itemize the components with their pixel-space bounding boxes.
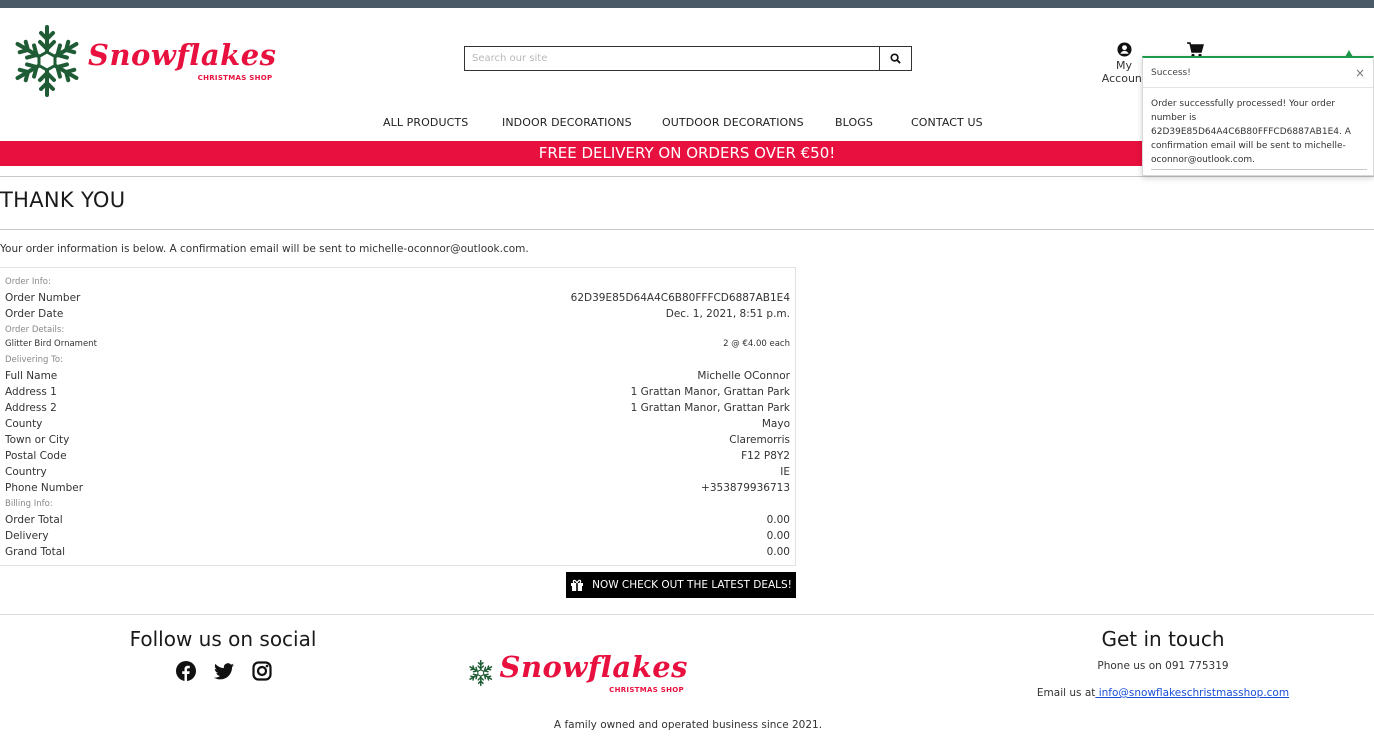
value: 62D39E85D64A4C6B80FFFCD6887AB1E4 xyxy=(570,292,790,304)
instagram-icon xyxy=(252,661,272,681)
item-qty: 2 @ €4.00 each xyxy=(723,339,790,349)
phone-row: Phone Number +353879936713 xyxy=(5,482,790,494)
gift-icon xyxy=(571,579,584,591)
country-row: Country IE xyxy=(5,466,790,478)
latest-deals-button[interactable]: NOW CHECK OUT THE LATEST DEALS! xyxy=(566,572,796,598)
value: 0.00 xyxy=(766,546,790,558)
nav-indoor-decorations[interactable]: INDOOR DECORATIONS xyxy=(502,116,632,129)
instagram-link[interactable] xyxy=(251,660,273,682)
order-total-row: Order Total 0.00 xyxy=(5,514,790,526)
label: County xyxy=(5,418,43,430)
snowflake-logo-icon xyxy=(468,659,494,687)
account-icon xyxy=(1116,42,1132,57)
full-name-row: Full Name Michelle OConnor xyxy=(5,370,790,382)
footer-logo-title: Snowflakes xyxy=(499,649,688,684)
order-item-row: Glitter Bird Ornament 2 @ €4.00 each xyxy=(5,339,790,349)
get-in-touch-title: Get in touch xyxy=(1101,627,1225,651)
toast-message: Order successfully processed! Your order… xyxy=(1151,99,1351,165)
grand-total-row: Grand Total 0.00 xyxy=(5,546,790,558)
logo-title: Snowflakes xyxy=(88,37,277,72)
deals-button-label: NOW CHECK OUT THE LATEST DEALS! xyxy=(592,579,792,591)
search-bar xyxy=(464,46,912,71)
facebook-icon xyxy=(176,661,196,681)
toast-title: Success! xyxy=(1151,67,1191,78)
twitter-icon xyxy=(214,662,234,679)
value: F12 P8Y2 xyxy=(741,450,790,462)
account-label: My Account xyxy=(1101,59,1147,85)
follow-title: Follow us on social xyxy=(129,627,317,651)
nav-all-products[interactable]: ALL PRODUCTS xyxy=(383,116,468,129)
label: Postal Code xyxy=(5,450,67,462)
section-billing-info: Billing Info: xyxy=(5,499,53,509)
order-intro-text: Your order information is below. A confi… xyxy=(0,243,529,255)
value: Mayo xyxy=(761,418,790,430)
value: 1 Grattan Manor, Grattan Park xyxy=(630,402,790,414)
twitter-link[interactable] xyxy=(213,660,235,682)
logo-subtitle: CHRISTMAS SHOP xyxy=(197,73,273,82)
footer-tagline: A family owned and operated business sin… xyxy=(553,719,823,731)
success-toast: Success! × Order successfully processed!… xyxy=(1142,56,1374,176)
value: Claremorris xyxy=(729,434,790,446)
delivery-row: Delivery 0.00 xyxy=(5,530,790,542)
label: Grand Total xyxy=(5,546,66,558)
label: Country xyxy=(5,466,47,478)
value: 0.00 xyxy=(766,514,790,526)
nav-outdoor-decorations[interactable]: OUTDOOR DECORATIONS xyxy=(662,116,804,129)
snowflake-logo-icon xyxy=(12,25,82,97)
email-text: Email us at info@snowflakeschristmasshop… xyxy=(1030,687,1296,699)
toast-header: Success! × xyxy=(1143,58,1373,88)
label: Delivery xyxy=(5,530,49,542)
facebook-link[interactable] xyxy=(175,660,197,682)
site-logo[interactable]: Snowflakes CHRISTMAS SHOP xyxy=(12,22,276,100)
section-order-details: Order Details: xyxy=(5,325,65,335)
town-row: Town or City Claremorris xyxy=(5,434,790,446)
value: 1 Grattan Manor, Grattan Park xyxy=(630,386,790,398)
label: Order Date xyxy=(5,308,64,320)
footer-logo-subtitle: CHRISTMAS SHOP xyxy=(609,685,684,694)
order-date-row: Order Date Dec. 1, 2021, 8:51 p.m. xyxy=(5,308,790,320)
nav-blogs[interactable]: BLOGS xyxy=(835,116,873,129)
item-name: Glitter Bird Ornament xyxy=(5,339,97,349)
page-title: THANK YOU xyxy=(0,188,126,212)
footer-logo[interactable]: Snowflakes CHRISTMAS SHOP xyxy=(468,634,688,712)
county-row: County Mayo xyxy=(5,418,790,430)
search-button[interactable] xyxy=(879,46,912,71)
section-delivering-to: Delivering To: xyxy=(5,355,63,365)
label: Town or City xyxy=(5,434,70,446)
value: +353879936713 xyxy=(701,482,790,494)
section-order-info: Order Info: xyxy=(5,277,51,287)
close-icon[interactable]: × xyxy=(1355,66,1365,80)
order-summary: Order Info: Order Number 62D39E85D64A4C6B… xyxy=(0,267,796,566)
toast-divider xyxy=(1151,169,1367,170)
postcode-row: Postal Code F12 P8Y2 xyxy=(5,450,790,462)
order-number-row: Order Number 62D39E85D64A4C6B80FFFCD6887A… xyxy=(5,292,790,304)
email-prefix: Email us at xyxy=(1036,687,1096,699)
top-bar xyxy=(0,0,1374,8)
nav-contact-us[interactable]: CONTACT US xyxy=(911,116,983,129)
social-links xyxy=(175,660,273,682)
address1-row: Address 1 1 Grattan Manor, Grattan Park xyxy=(5,386,790,398)
divider xyxy=(0,229,1374,230)
label: Order Number xyxy=(5,292,81,304)
search-icon xyxy=(890,53,901,64)
value: 0.00 xyxy=(766,530,790,542)
label: Order Total xyxy=(5,514,63,526)
value: IE xyxy=(780,466,790,478)
search-input[interactable] xyxy=(464,46,879,71)
value: Dec. 1, 2021, 8:51 p.m. xyxy=(665,308,790,320)
label: Full Name xyxy=(5,370,58,382)
divider xyxy=(0,176,1374,177)
value: Michelle OConnor xyxy=(697,370,790,382)
phone-text: Phone us on 091 775319 xyxy=(1097,660,1229,672)
email-link[interactable]: info@snowflakeschristmasshop.com xyxy=(1095,687,1289,699)
label: Address 2 xyxy=(5,402,57,414)
address2-row: Address 2 1 Grattan Manor, Grattan Park xyxy=(5,402,790,414)
label: Phone Number xyxy=(5,482,84,494)
divider xyxy=(0,614,1374,615)
label: Address 1 xyxy=(5,386,57,398)
